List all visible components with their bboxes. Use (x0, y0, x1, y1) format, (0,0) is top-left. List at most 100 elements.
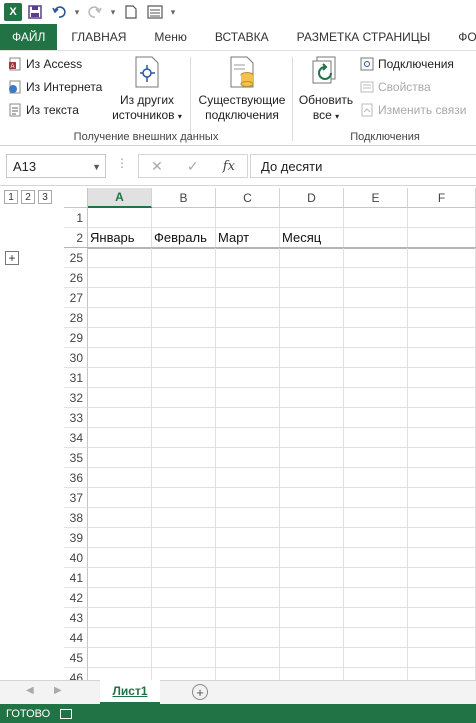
cell[interactable] (152, 668, 216, 680)
cell[interactable] (88, 508, 152, 528)
row-header[interactable]: 40 (64, 548, 88, 568)
column-header-e[interactable]: E (344, 188, 408, 208)
cell[interactable] (216, 388, 280, 408)
refresh-all-button[interactable]: Обновить все ▾ (296, 55, 356, 124)
cell[interactable] (408, 268, 476, 288)
cell[interactable] (280, 368, 344, 388)
cell[interactable] (216, 408, 280, 428)
cell[interactable] (88, 408, 152, 428)
cell[interactable] (280, 568, 344, 588)
cell[interactable] (216, 208, 280, 228)
undo-dropdown-icon[interactable]: ▾ (72, 2, 82, 22)
cell[interactable] (408, 368, 476, 388)
cell[interactable] (408, 488, 476, 508)
cell[interactable] (216, 268, 280, 288)
row-header[interactable]: 38 (64, 508, 88, 528)
cell[interactable] (88, 528, 152, 548)
row-header[interactable]: 46 (64, 668, 88, 680)
cell[interactable]: Февраль (152, 228, 216, 248)
tab-menu[interactable]: Меню (140, 24, 200, 50)
existing-connections-button[interactable]: Существующие подключения (196, 55, 288, 123)
cell[interactable] (280, 308, 344, 328)
cell[interactable] (152, 328, 216, 348)
row-header[interactable]: 39 (64, 528, 88, 548)
row-header[interactable]: 26 (64, 268, 88, 288)
cell[interactable] (152, 448, 216, 468)
outline-level-1-button[interactable]: 1 (4, 190, 18, 204)
outline-level-2-button[interactable]: 2 (21, 190, 35, 204)
cell[interactable] (344, 668, 408, 680)
cell[interactable] (408, 608, 476, 628)
cell[interactable] (280, 508, 344, 528)
row-header[interactable]: 1 (64, 208, 88, 228)
cell[interactable] (88, 328, 152, 348)
row-header[interactable]: 45 (64, 648, 88, 668)
scroll-right-icon[interactable]: ▶ (54, 685, 62, 696)
cell[interactable] (216, 468, 280, 488)
cell[interactable] (280, 528, 344, 548)
cell[interactable] (88, 468, 152, 488)
cell[interactable] (216, 608, 280, 628)
cell[interactable] (408, 628, 476, 648)
row-header[interactable]: 27 (64, 288, 88, 308)
cell[interactable] (344, 468, 408, 488)
expand-group-icon[interactable]: + (5, 251, 19, 265)
cell[interactable] (344, 288, 408, 308)
cell[interactable] (344, 428, 408, 448)
cell[interactable] (344, 248, 408, 268)
tab-file[interactable]: ФАЙЛ (0, 24, 58, 50)
row-header[interactable]: 29 (64, 328, 88, 348)
cell[interactable] (408, 308, 476, 328)
cell[interactable] (216, 508, 280, 528)
row-header[interactable]: 25 (64, 248, 88, 268)
cell[interactable] (88, 548, 152, 568)
row-header[interactable]: 28 (64, 308, 88, 328)
cell[interactable] (88, 568, 152, 588)
cell[interactable] (216, 568, 280, 588)
tab-home[interactable]: ГЛАВНАЯ (57, 24, 140, 50)
from-text-button[interactable]: Из текста (8, 103, 79, 117)
from-web-button[interactable]: Из Интернета (8, 80, 102, 94)
cell[interactable] (280, 328, 344, 348)
cell[interactable] (280, 208, 344, 228)
cell[interactable] (280, 468, 344, 488)
row-header[interactable]: 32 (64, 388, 88, 408)
from-access-button[interactable]: A Из Access (8, 57, 82, 71)
cell[interactable] (344, 548, 408, 568)
cell[interactable] (216, 528, 280, 548)
row-header[interactable]: 41 (64, 568, 88, 588)
cell[interactable] (152, 628, 216, 648)
cell[interactable] (152, 388, 216, 408)
cell[interactable] (88, 428, 152, 448)
cell[interactable] (344, 568, 408, 588)
cell[interactable] (152, 408, 216, 428)
cell[interactable] (88, 488, 152, 508)
cell[interactable] (344, 528, 408, 548)
cell[interactable] (280, 668, 344, 680)
redo-dropdown-icon[interactable]: ▾ (108, 2, 118, 22)
cell[interactable] (216, 328, 280, 348)
cell[interactable] (344, 348, 408, 368)
formula-input[interactable]: До десяти (250, 154, 476, 178)
row-header[interactable]: 36 (64, 468, 88, 488)
form-icon[interactable] (144, 2, 166, 22)
edit-links-button[interactable]: Изменить связи (360, 103, 466, 117)
cell[interactable] (88, 588, 152, 608)
cell[interactable] (152, 588, 216, 608)
cell[interactable] (344, 508, 408, 528)
cell[interactable] (408, 408, 476, 428)
cell[interactable] (216, 548, 280, 568)
row-header[interactable]: 30 (64, 348, 88, 368)
name-box[interactable]: A13 ▼ (6, 154, 106, 178)
cell[interactable]: Март (216, 228, 280, 248)
chevron-down-icon[interactable]: ▼ (92, 162, 101, 172)
cell[interactable] (408, 588, 476, 608)
cell[interactable] (344, 228, 408, 248)
cell[interactable] (344, 308, 408, 328)
tab-formulas[interactable]: ФО (444, 24, 476, 50)
cell[interactable]: Месяц (280, 228, 344, 248)
cell[interactable] (280, 348, 344, 368)
row-header[interactable]: 34 (64, 428, 88, 448)
cell[interactable] (152, 488, 216, 508)
row-header[interactable]: 42 (64, 588, 88, 608)
